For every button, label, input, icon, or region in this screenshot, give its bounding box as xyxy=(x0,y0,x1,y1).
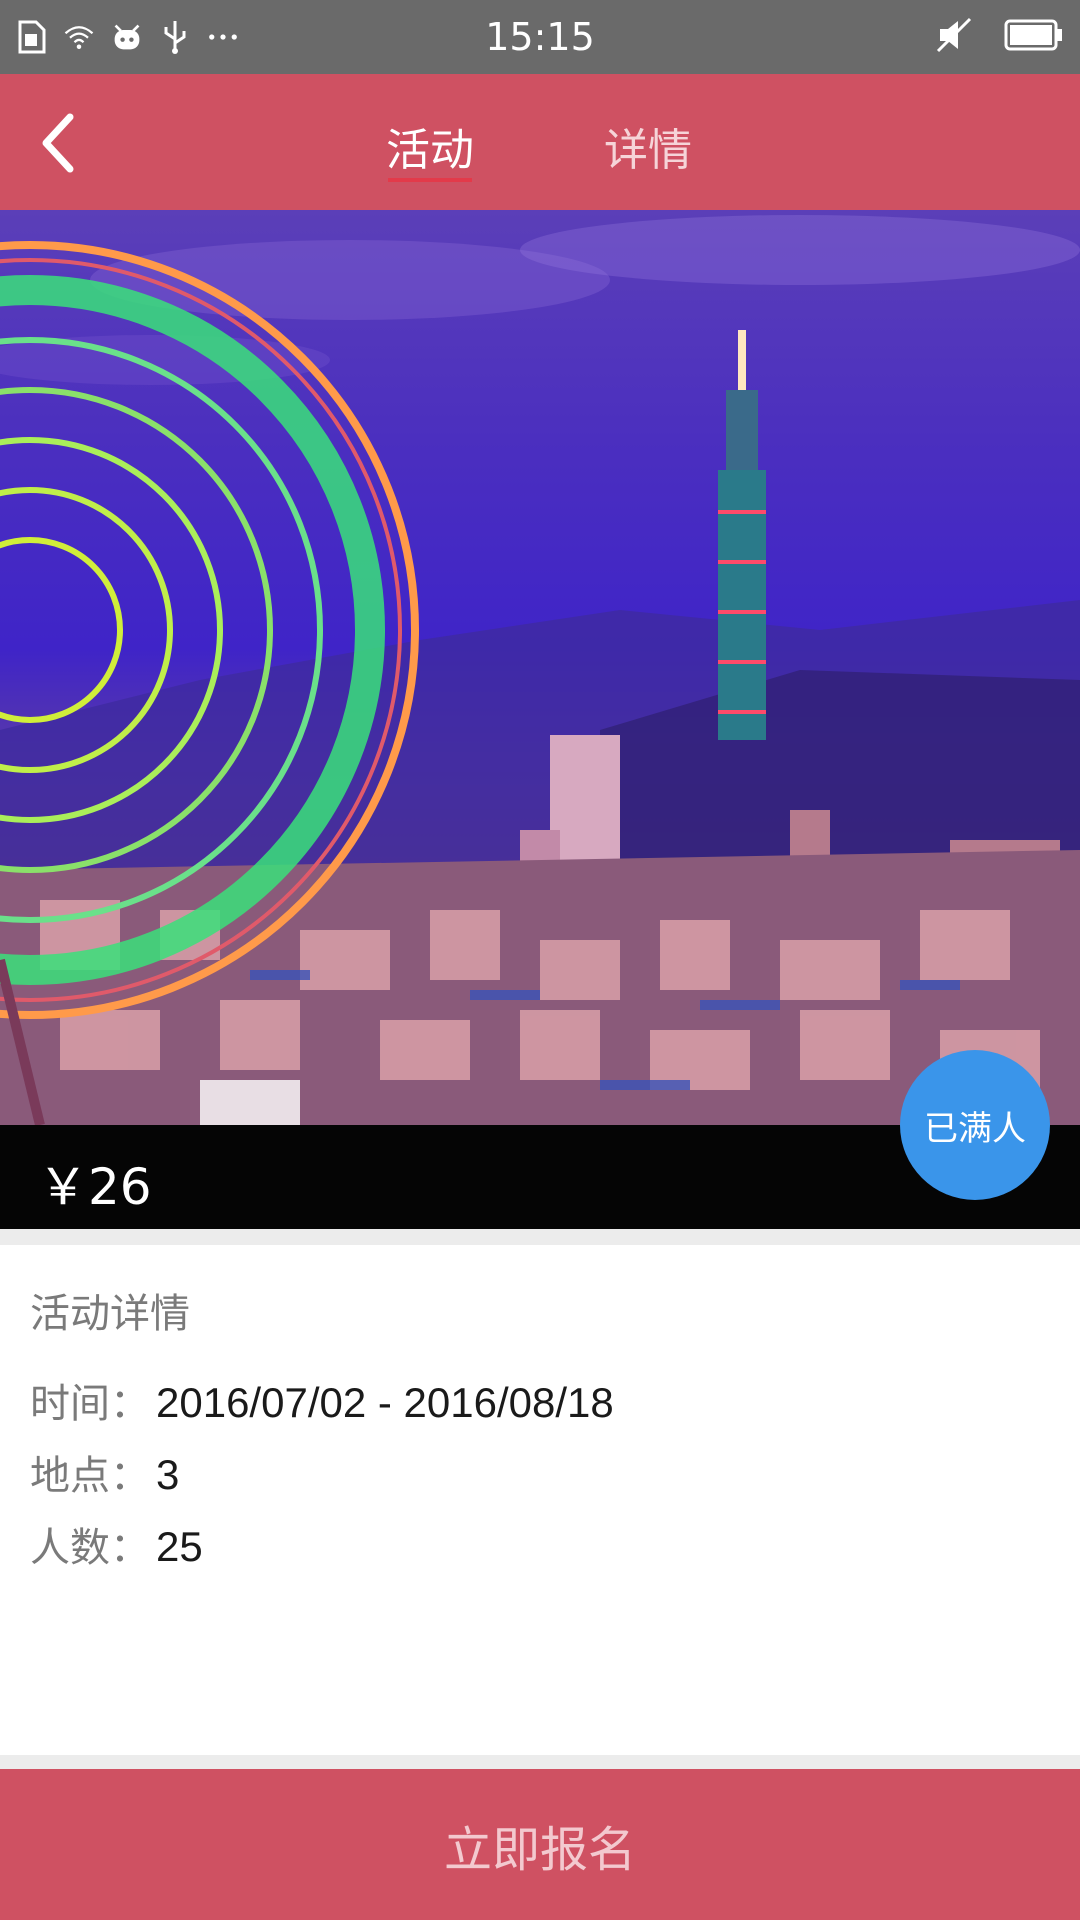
tab-activity-label: 活动 xyxy=(386,125,474,176)
status-bar: 15:15 xyxy=(0,0,1080,74)
back-button[interactable] xyxy=(28,110,88,176)
activity-banner-image xyxy=(0,210,1080,1125)
details-heading: 活动详情 xyxy=(30,1291,190,1337)
wifi-icon xyxy=(64,19,94,55)
tab-details-label: 详情 xyxy=(604,125,692,176)
tab-activity[interactable]: 活动 xyxy=(386,114,474,182)
more-icon xyxy=(208,19,238,55)
usb-icon xyxy=(160,19,190,55)
tab-details[interactable]: 详情 xyxy=(604,114,692,178)
price-text: ￥26 xyxy=(38,1158,152,1216)
status-icons-left xyxy=(16,0,238,74)
status-icons-right xyxy=(934,0,1064,74)
detail-label: 地点： xyxy=(30,1453,150,1499)
detail-row-people: 人数： 25 xyxy=(30,1515,203,1573)
activity-details-section: 活动详情 时间： 2016/07/02 - 2016/08/18 地点： 3 人… xyxy=(0,1245,1080,1755)
header-bar: 活动 详情 xyxy=(0,74,1080,210)
detail-row-time: 时间： 2016/07/02 - 2016/08/18 xyxy=(30,1371,614,1429)
detail-value: 2016/07/02 - 2016/08/18 xyxy=(156,1379,614,1426)
detail-label: 时间： xyxy=(30,1381,150,1427)
battery-icon xyxy=(1004,17,1064,57)
sim-card-icon xyxy=(16,19,46,55)
chevron-left-icon xyxy=(42,113,74,173)
detail-value: 3 xyxy=(156,1451,180,1498)
android-icon xyxy=(112,19,142,55)
detail-value: 25 xyxy=(156,1523,203,1570)
section-divider xyxy=(0,1755,1080,1769)
detail-row-place: 地点： 3 xyxy=(30,1443,179,1501)
sound-muted-icon xyxy=(934,15,974,59)
status-badge: 已满人 xyxy=(900,1050,1050,1200)
tab-active-indicator xyxy=(388,178,472,182)
section-divider xyxy=(0,1229,1080,1245)
detail-label: 人数： xyxy=(30,1525,150,1571)
register-button[interactable]: 立即报名 xyxy=(0,1769,1080,1920)
